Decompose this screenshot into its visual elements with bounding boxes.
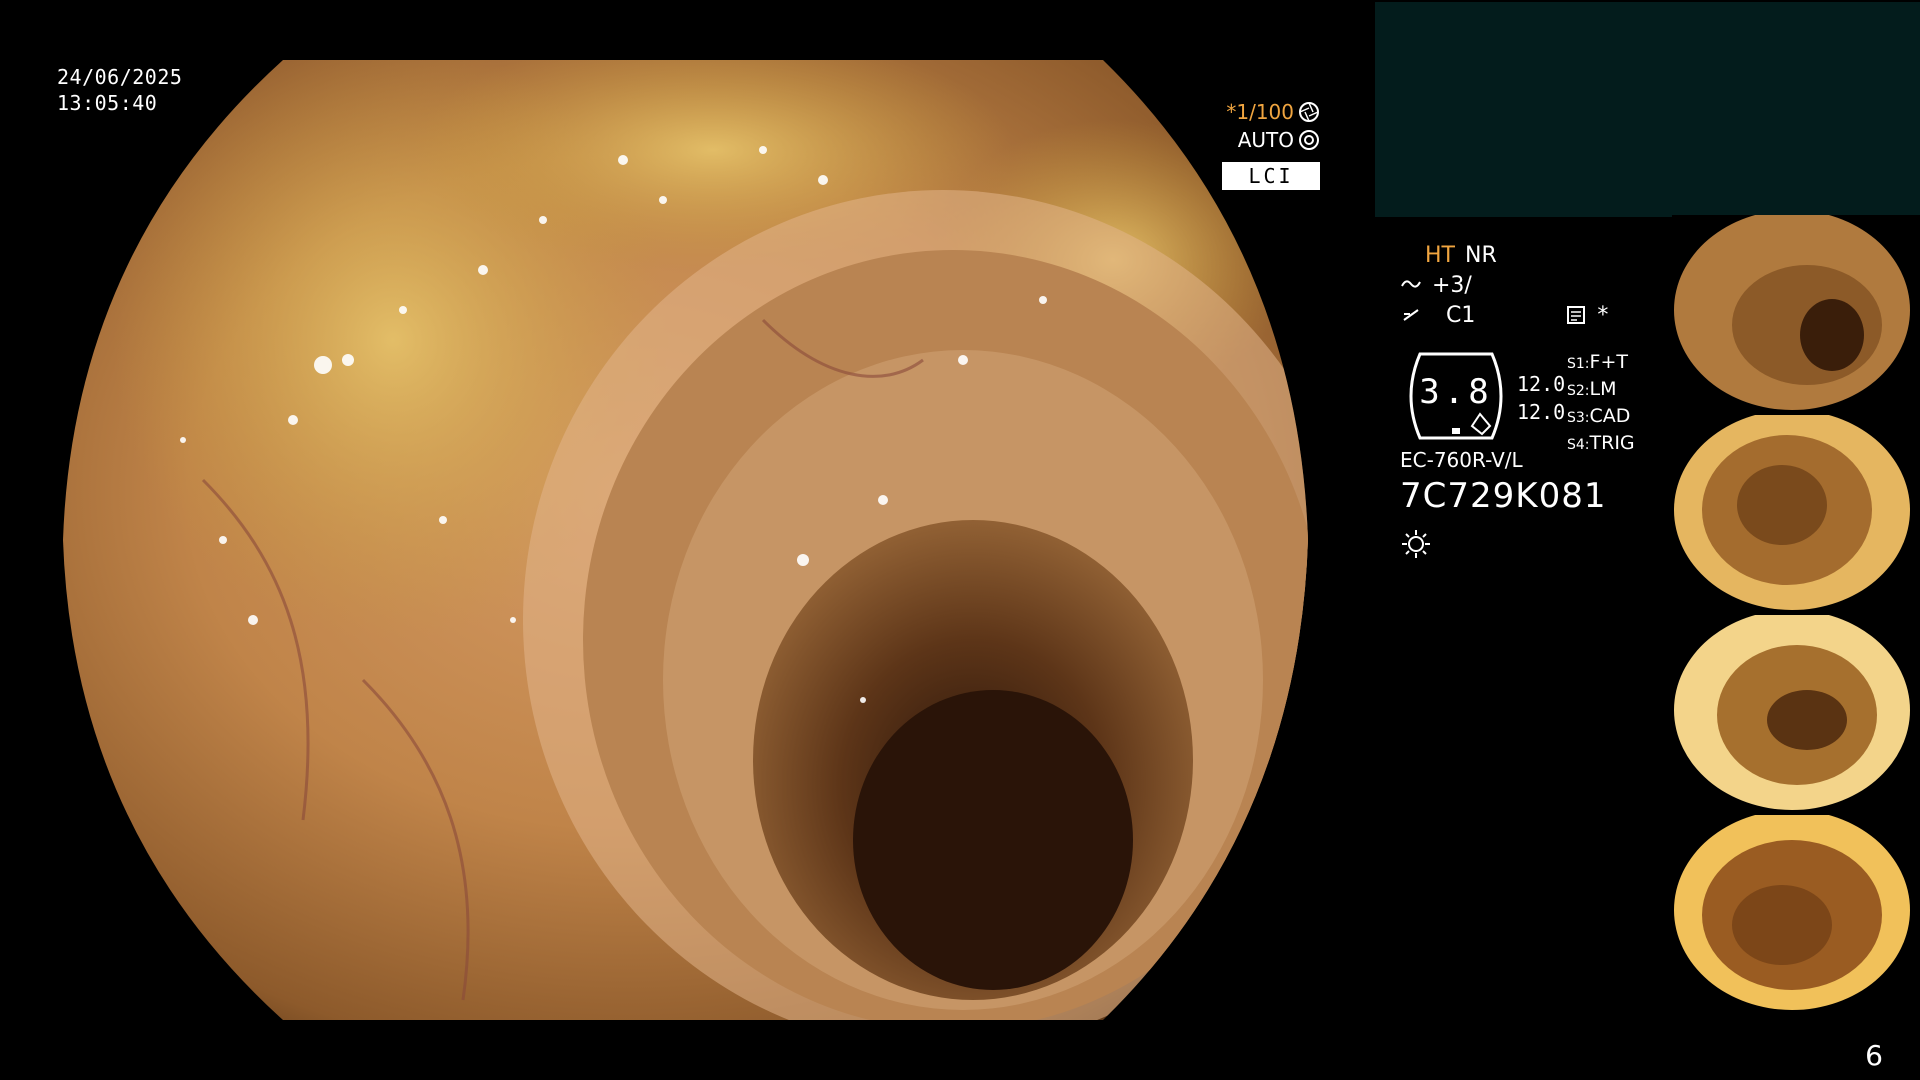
thumbnail-1[interactable] bbox=[1672, 215, 1920, 410]
ring-value: 3.8 bbox=[1419, 372, 1493, 412]
processor-info: HT NR +3/ C1 * bbox=[1400, 240, 1608, 330]
light-icon bbox=[1402, 530, 1430, 558]
datetime-overlay: 24/06/2025 13:05:40 bbox=[57, 64, 182, 116]
switch-settings: S1:F+T S2:LM S3:CAD S4:TRIG bbox=[1567, 350, 1635, 458]
scope-model: EC-760R-V/L bbox=[1400, 448, 1523, 472]
date-label: 24/06/2025 bbox=[57, 65, 183, 89]
shutter-icon bbox=[1299, 102, 1319, 122]
color-icon bbox=[1403, 309, 1419, 321]
enhance-icon bbox=[1401, 280, 1421, 288]
light-mode-badge: LCI bbox=[1222, 162, 1320, 190]
nr-label: NR bbox=[1464, 242, 1497, 268]
scope-serial: 7C729K081 bbox=[1400, 476, 1607, 516]
memo-icon bbox=[1567, 306, 1586, 324]
thumbnail-3[interactable] bbox=[1672, 615, 1920, 810]
setting-s4: S4:TRIG bbox=[1567, 432, 1635, 454]
setting-s1: S1:F+T bbox=[1567, 351, 1628, 373]
level-top: 12.0 bbox=[1517, 372, 1566, 396]
info-panel-background bbox=[1375, 2, 1920, 217]
ht-label: HT bbox=[1425, 242, 1455, 268]
thumbnail-2[interactable] bbox=[1672, 415, 1920, 610]
setting-s3: S3:CAD bbox=[1567, 405, 1631, 427]
level-bottom: 12.0 bbox=[1517, 400, 1566, 424]
page-number: 6 bbox=[1865, 1039, 1883, 1072]
enhance-value: +3/ bbox=[1432, 272, 1472, 298]
shutter-speed: *1/100 bbox=[1226, 100, 1294, 124]
iris-mode: AUTO bbox=[1237, 128, 1294, 152]
asterisk-label: * bbox=[1597, 302, 1609, 328]
endoscope-main-view bbox=[63, 60, 1318, 1020]
time-label: 13:05:40 bbox=[57, 91, 158, 115]
iris-icon bbox=[1299, 130, 1319, 150]
color-value: C1 bbox=[1446, 302, 1476, 328]
camera-status: *1/100 AUTO bbox=[1226, 98, 1320, 154]
setting-s2: S2:LM bbox=[1567, 378, 1617, 400]
level-values: 12.0 12.0 bbox=[1517, 370, 1565, 426]
thumbnail-4[interactable] bbox=[1672, 815, 1920, 1010]
